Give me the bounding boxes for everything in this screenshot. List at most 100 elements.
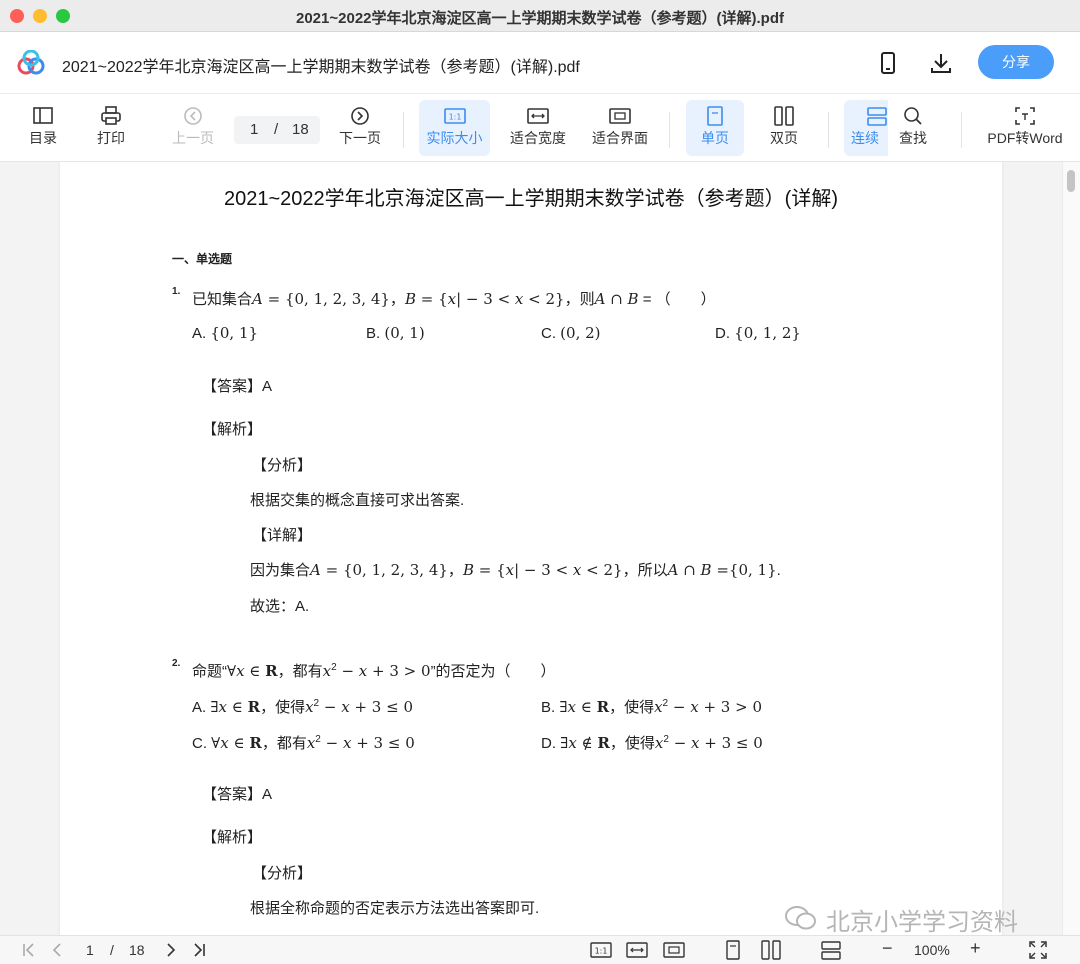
actual-size-icon[interactable]: 1:1 xyxy=(590,940,612,960)
bottom-current-page[interactable]: 1 xyxy=(86,942,94,958)
fit-page-button[interactable]: 适合界面 xyxy=(588,100,652,156)
toolbar-divider xyxy=(669,112,670,148)
contents-label: 目录 xyxy=(29,130,57,146)
prev-page-label: 上一页 xyxy=(172,130,214,146)
print-icon xyxy=(101,106,121,125)
bottom-bar: 1 / 18 1:1 − 100% + xyxy=(0,935,1080,964)
prev-page-icon[interactable] xyxy=(48,940,66,960)
double-page-label: 双页 xyxy=(770,130,798,146)
current-page: 1 xyxy=(250,121,259,138)
print-label: 打印 xyxy=(97,130,125,146)
watermark-text: 北京小学学习资料 xyxy=(826,909,1018,935)
find-button[interactable]: 查找 xyxy=(890,100,936,156)
fit-width-icon xyxy=(527,108,549,124)
continuous-icon xyxy=(867,107,887,126)
double-page-icon xyxy=(774,106,794,126)
question-stem: 命题“∀x ∈ R，都有x2 − x + 3 > 0”的否定为（ ） xyxy=(192,662,556,680)
prev-page-button[interactable]: 上一页 xyxy=(164,100,222,156)
fullscreen-icon[interactable] xyxy=(1028,940,1048,960)
detail-text: 因为集合A = {0, 1, 2, 3, 4}，B = {x| − 3 < x … xyxy=(250,561,781,579)
option-d: D. ∃x ∉ R，使得x2 − x + 3 ≤ 0 xyxy=(541,734,763,752)
app-logo-icon xyxy=(17,50,45,75)
single-page-label: 单页 xyxy=(701,130,729,146)
first-page-icon[interactable] xyxy=(20,940,38,960)
page-title: 2021~2022学年北京海淀区高一上学期期末数学试卷（参考题）(详解) xyxy=(224,188,838,210)
pdf-to-word-label: PDF转Word xyxy=(987,130,1063,146)
fenxi-heading: 【分析】 xyxy=(252,457,313,474)
zoom-level[interactable]: 100% xyxy=(914,942,950,958)
single-page-button[interactable]: 单页 xyxy=(686,100,744,156)
option-a: A. {0, 1} xyxy=(192,324,259,342)
next-page-icon[interactable] xyxy=(162,940,180,960)
conclusion-text: 故选：A. xyxy=(250,598,310,615)
contents-icon xyxy=(33,107,53,124)
search-icon xyxy=(904,107,922,125)
zoom-in-button[interactable]: + xyxy=(970,938,981,959)
window-titlebar: 2021~2022学年北京海淀区高一上学期期末数学试卷（参考题）(详解).pdf xyxy=(0,0,1080,32)
fenxi-text: 根据全称命题的否定表示方法选出答案即可. xyxy=(250,900,540,917)
bottom-total-pages: 18 xyxy=(129,942,145,958)
convert-icon xyxy=(1015,107,1035,125)
phone-icon[interactable] xyxy=(876,50,900,76)
vertical-scrollbar[interactable] xyxy=(1062,162,1080,935)
option-b: B. ∃x ∈ R，使得x2 − x + 3 > 0 xyxy=(541,698,762,716)
zoom-out-button[interactable]: − xyxy=(882,938,893,959)
fit-page-label: 适合界面 xyxy=(592,130,648,146)
download-icon[interactable] xyxy=(928,50,954,76)
pdf-to-word-button[interactable]: PDF转Word xyxy=(982,100,1068,156)
fenxi-heading: 【分析】 xyxy=(252,865,313,882)
answer-line: 【答案】A xyxy=(202,378,273,395)
document-title: 2021~2022学年北京海淀区高一上学期期末数学试卷（参考题）(详解).pdf xyxy=(62,59,580,76)
question-number: 1. xyxy=(172,286,181,297)
actual-size-button[interactable]: 1:1 实际大小 xyxy=(419,100,490,156)
continuous-icon[interactable] xyxy=(820,940,842,960)
single-page-icon xyxy=(707,106,723,126)
print-button[interactable]: 打印 xyxy=(86,100,136,156)
toolbar-divider xyxy=(828,112,829,148)
find-label: 查找 xyxy=(899,130,927,146)
analysis-heading: 【解析】 xyxy=(202,421,263,438)
fit-width-button[interactable]: 适合宽度 xyxy=(505,100,571,156)
option-c: C. ∀x ∈ R，都有x2 − x + 3 ≤ 0 xyxy=(192,734,415,752)
chevron-right-circle-icon xyxy=(351,107,369,125)
option-a: A. ∃x ∈ R，使得x2 − x + 3 ≤ 0 xyxy=(192,698,413,716)
answer-line: 【答案】A xyxy=(202,786,273,803)
single-page-icon[interactable] xyxy=(722,940,744,960)
fenxi-text: 根据交集的概念直接可求出答案. xyxy=(250,492,465,509)
double-page-icon[interactable] xyxy=(760,940,782,960)
pdf-page: 2021~2022学年北京海淀区高一上学期期末数学试卷（参考题）(详解) 一、单… xyxy=(60,162,1002,935)
contents-button[interactable]: 目录 xyxy=(18,100,68,156)
next-page-label: 下一页 xyxy=(339,130,381,146)
continuous-button[interactable]: 连续 xyxy=(844,100,888,156)
option-b: B. (0, 1) xyxy=(366,324,425,342)
bottom-page-separator: / xyxy=(110,942,114,958)
section-heading: 一、单选题 xyxy=(172,252,233,266)
toolbar: 目录 打印 上一页 1 / 18 下一页 1:1 实际大小 适合宽度 适合界面 … xyxy=(0,94,1080,162)
wechat-icon xyxy=(785,906,816,930)
fit-width-icon[interactable] xyxy=(626,940,648,960)
app-header: 2021~2022学年北京海淀区高一上学期期末数学试卷（参考题）(详解).pdf… xyxy=(0,32,1080,94)
actual-size-label: 实际大小 xyxy=(426,130,483,146)
fit-page-icon[interactable] xyxy=(663,940,685,960)
toolbar-divider xyxy=(961,112,962,148)
page-separator: / xyxy=(274,121,279,138)
next-page-button[interactable]: 下一页 xyxy=(332,100,388,156)
toolbar-divider xyxy=(403,112,404,148)
actual-size-icon: 1:1 xyxy=(443,108,466,124)
document-viewer[interactable]: 2021~2022学年北京海淀区高一上学期期末数学试卷（参考题）(详解) 一、单… xyxy=(0,162,1080,935)
chevron-left-circle-icon xyxy=(184,107,202,125)
option-d: D. {0, 1, 2} xyxy=(715,324,801,342)
fit-page-icon xyxy=(609,108,631,124)
question-stem: 已知集合A = {0, 1, 2, 3, 4}，B = {x| − 3 < x … xyxy=(192,290,716,308)
svg-text:1:1: 1:1 xyxy=(595,947,608,956)
detail-heading: 【详解】 xyxy=(252,527,313,544)
share-button[interactable]: 分享 xyxy=(978,45,1054,79)
window-title: 2021~2022学年北京海淀区高一上学期期末数学试卷（参考题）(详解).pdf xyxy=(296,10,784,27)
double-page-button[interactable]: 双页 xyxy=(758,100,810,156)
page-number-input[interactable]: 1 / 18 xyxy=(234,116,320,144)
scrollbar-thumb[interactable] xyxy=(1067,170,1075,192)
last-page-icon[interactable] xyxy=(190,940,208,960)
fit-width-label: 适合宽度 xyxy=(510,130,566,146)
total-pages: 18 xyxy=(292,121,309,138)
continuous-label: 连续 xyxy=(851,130,879,146)
